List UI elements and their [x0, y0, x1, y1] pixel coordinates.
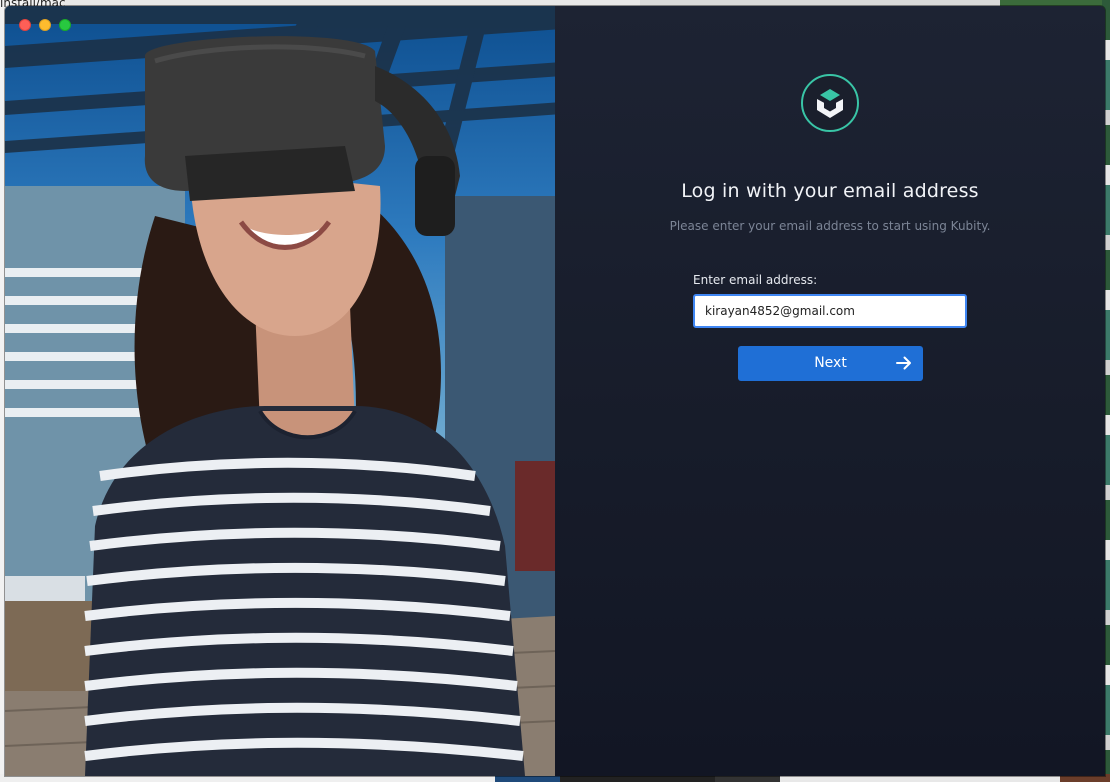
arrow-right-icon: [896, 356, 911, 370]
close-window-button[interactable]: [19, 19, 31, 31]
login-subtitle: Please enter your email address to start…: [669, 219, 991, 233]
kubity-logo-icon: [801, 74, 859, 132]
hero-image: [5, 6, 555, 776]
email-label: Enter email address:: [693, 273, 818, 287]
maximize-window-button[interactable]: [59, 19, 71, 31]
vr-user-illustration: [5, 6, 555, 776]
app-window: Log in with your email address Please en…: [5, 6, 1105, 776]
window-controls: [19, 19, 71, 31]
email-input[interactable]: [693, 294, 967, 328]
next-button[interactable]: Next: [738, 346, 923, 381]
login-title: Log in with your email address: [681, 180, 979, 202]
login-panel: Log in with your email address Please en…: [555, 6, 1105, 776]
minimize-window-button[interactable]: [39, 19, 51, 31]
